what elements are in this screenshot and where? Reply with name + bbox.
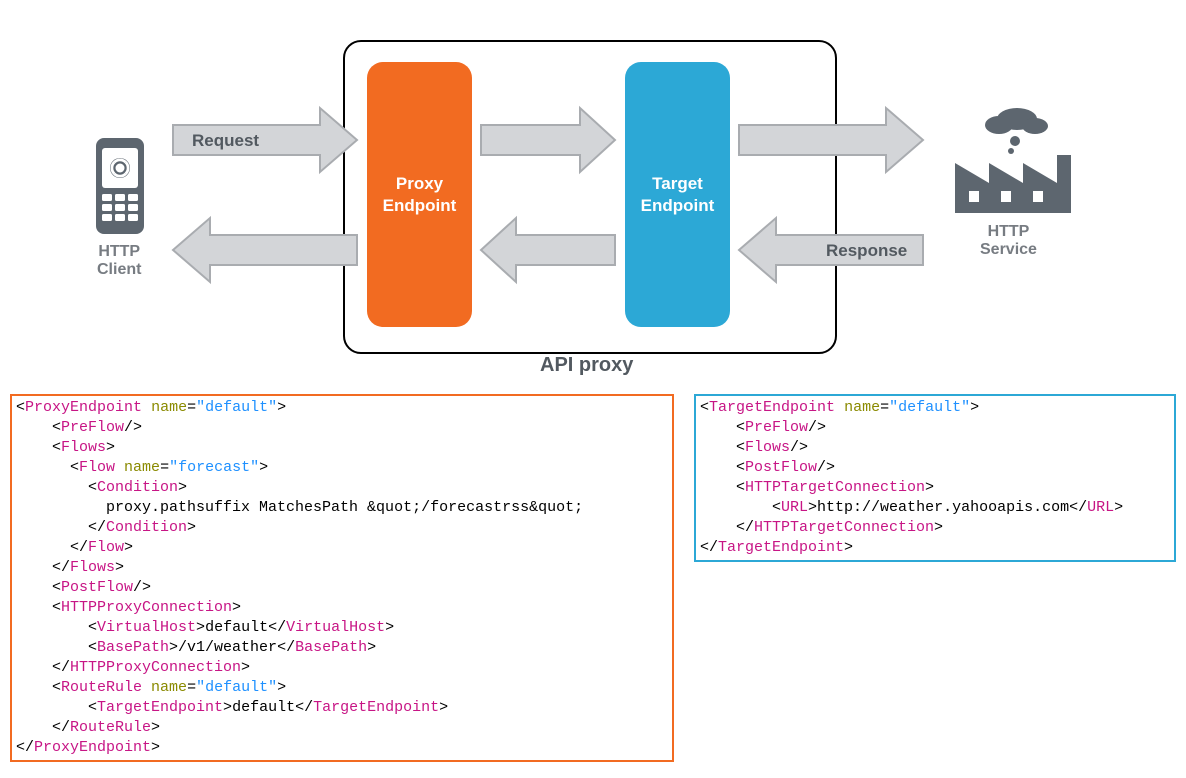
arrow-right-icon — [736, 105, 926, 175]
request-label: Request — [192, 131, 259, 151]
target-endpoint-label: Target Endpoint — [641, 173, 715, 217]
factory-icon — [945, 105, 1075, 215]
arrow-left-icon — [478, 215, 618, 285]
target-endpoint-code: <TargetEndpoint name="default"> <PreFlow… — [694, 394, 1176, 562]
proxy-endpoint-code: <ProxyEndpoint name="default"> <PreFlow/… — [10, 394, 674, 762]
response-label: Response — [826, 241, 907, 261]
target-endpoint-box: Target Endpoint — [625, 62, 730, 327]
arrow-right-icon — [478, 105, 618, 175]
phone-icon — [90, 136, 150, 236]
http-client-label: HTTP Client — [97, 243, 141, 279]
proxy-endpoint-box: Proxy Endpoint — [367, 62, 472, 327]
arrow-left-icon — [170, 215, 360, 285]
api-proxy-label: API proxy — [540, 354, 633, 377]
http-service-label: HTTP Service — [980, 223, 1037, 259]
proxy-endpoint-label: Proxy Endpoint — [383, 173, 457, 217]
